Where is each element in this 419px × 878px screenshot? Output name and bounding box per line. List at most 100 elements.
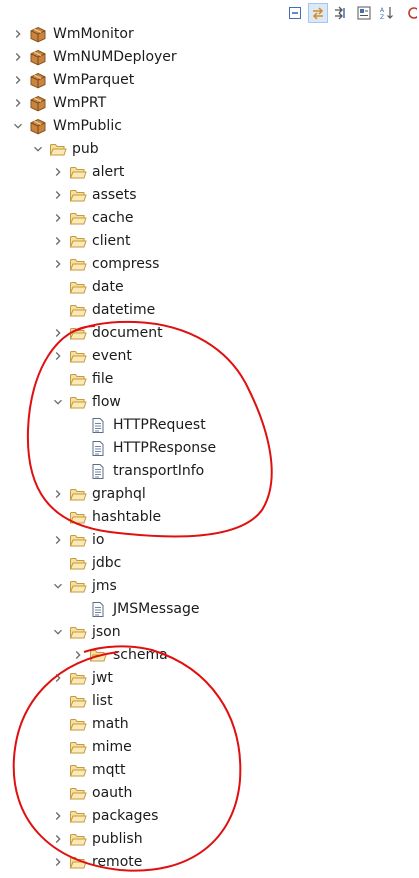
tree-item[interactable]: event [0,345,419,368]
expand-toggle[interactable] [12,50,24,64]
sort-alpha-icon: A Z [380,7,393,20]
sort-alpha-button[interactable]: A Z [378,4,396,22]
tree-item[interactable]: schema [0,644,419,667]
collapse-toggle[interactable] [52,395,64,409]
tree-item[interactable]: cache [0,207,419,230]
folder-icon [69,742,87,754]
tree-item[interactable]: packages [0,805,419,828]
expand-toggle[interactable] [52,257,64,271]
folder-icon [69,857,87,869]
tree-item[interactable]: json [0,621,419,644]
tree-item-label: transportInfo [113,463,205,479]
folder-icon [69,834,87,846]
folder-icon [69,236,87,248]
folder-icon [69,765,87,777]
tree-item[interactable]: HTTPResponse [0,437,419,460]
tree-item[interactable]: oauth [0,782,419,805]
folder-icon [69,673,87,685]
document-icon [92,441,104,456]
tree-item[interactable]: JMSMessage [0,598,419,621]
expand-toggle[interactable] [52,487,64,501]
tree-item[interactable]: hashtable [0,506,419,529]
tree-item[interactable]: WmPublic [0,115,419,138]
link-with-editor-button[interactable] [308,3,328,23]
view-menu-button[interactable] [355,4,373,22]
tree-item-label: flow [92,394,121,410]
collapse-all-button[interactable] [286,4,304,22]
tree-item[interactable]: io [0,529,419,552]
expand-toggle[interactable] [52,809,64,823]
tree-item[interactable]: list [0,690,419,713]
tree-item[interactable]: client [0,230,419,253]
chevron-right-icon [55,858,61,866]
tree-item-label: file [92,371,114,387]
expand-toggle[interactable] [12,27,24,41]
collapse-toggle[interactable] [32,142,44,156]
filter-button[interactable] [332,4,350,22]
tree-item-label: mime [92,739,132,755]
tree-item[interactable]: alert [0,161,419,184]
expand-toggle[interactable] [52,234,64,248]
tree-item-icon [69,578,87,595]
expand-toggle[interactable] [72,648,84,662]
package-icon [30,26,46,43]
tree-item-label: jwt [92,670,113,686]
tree-item[interactable]: pub [0,138,419,161]
tree-item-icon [69,624,87,641]
tree-item[interactable]: remote [0,851,419,874]
chevron-right-icon [55,352,61,360]
tree-item-label: schema [113,647,168,663]
expand-toggle[interactable] [12,96,24,110]
tree-item[interactable]: transportInfo [0,460,419,483]
expand-toggle[interactable] [52,326,64,340]
tree-item-icon [69,187,87,204]
chevron-right-icon [75,651,81,659]
tree-item-icon [69,486,87,503]
tree-item[interactable]: WmPRT [0,92,419,115]
folder-icon [69,351,87,363]
tree-item[interactable]: WmMonitor [0,23,419,46]
expand-toggle[interactable] [12,73,24,87]
expand-toggle[interactable] [52,349,64,363]
tree-item[interactable]: WmParquet [0,69,419,92]
tree-item-icon [69,808,87,825]
tree-item-icon [69,256,87,273]
expand-toggle[interactable] [52,188,64,202]
expand-toggle[interactable] [52,855,64,869]
tree-item[interactable]: datetime [0,299,419,322]
collapse-toggle[interactable] [12,119,24,133]
tree-item[interactable]: document [0,322,419,345]
tree-item[interactable]: mqtt [0,759,419,782]
collapse-toggle[interactable] [52,625,64,639]
tree-item[interactable]: graphql [0,483,419,506]
tree-item[interactable]: jwt [0,667,419,690]
expand-toggle[interactable] [52,211,64,225]
link-with-editor-icon [312,7,324,20]
tree-item[interactable]: jdbc [0,552,419,575]
tree-item[interactable]: HTTPRequest [0,414,419,437]
tree-item-label: packages [92,808,159,824]
partial-toolbar-button[interactable] [401,4,419,22]
tree-item[interactable]: math [0,713,419,736]
tree-item-label: cache [92,210,134,226]
tree-item[interactable]: jms [0,575,419,598]
expand-toggle[interactable] [52,165,64,179]
tree-item[interactable]: date [0,276,419,299]
chevron-right-icon [55,214,61,222]
expand-toggle[interactable] [52,671,64,685]
expand-toggle[interactable] [52,533,64,547]
tree-item[interactable]: publish [0,828,419,851]
tree-item[interactable]: mime [0,736,419,759]
tree-item[interactable]: compress [0,253,419,276]
tree-item[interactable]: WmNUMDeployer [0,46,419,69]
expand-toggle[interactable] [52,832,64,846]
tree-item[interactable]: file [0,368,419,391]
tree-item[interactable]: assets [0,184,419,207]
tree-item-label: datetime [92,302,156,318]
tree-item-icon [29,26,47,43]
tree-item-icon [69,325,87,342]
collapse-toggle[interactable] [52,579,64,593]
tree-item-label: math [92,716,129,732]
tree-item[interactable]: flow [0,391,419,414]
package-tree: WmMonitor WmNUMDeployer WmParquet WmPRT WmPu… [0,23,419,874]
